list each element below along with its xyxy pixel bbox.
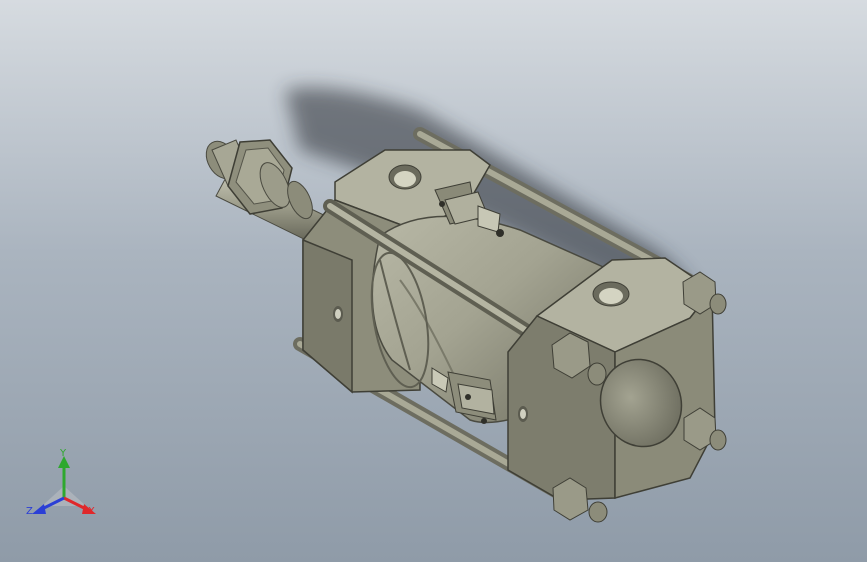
y-axis-label: Y: [59, 448, 67, 459]
orientation-triad[interactable]: Y X Z: [22, 446, 106, 526]
rod-end-nut: [227, 139, 313, 220]
z-axis-label: Z: [26, 506, 33, 517]
x-axis-label: X: [88, 506, 95, 517]
cylinder-model[interactable]: [0, 0, 867, 562]
3d-viewport[interactable]: Y X Z: [0, 0, 867, 562]
